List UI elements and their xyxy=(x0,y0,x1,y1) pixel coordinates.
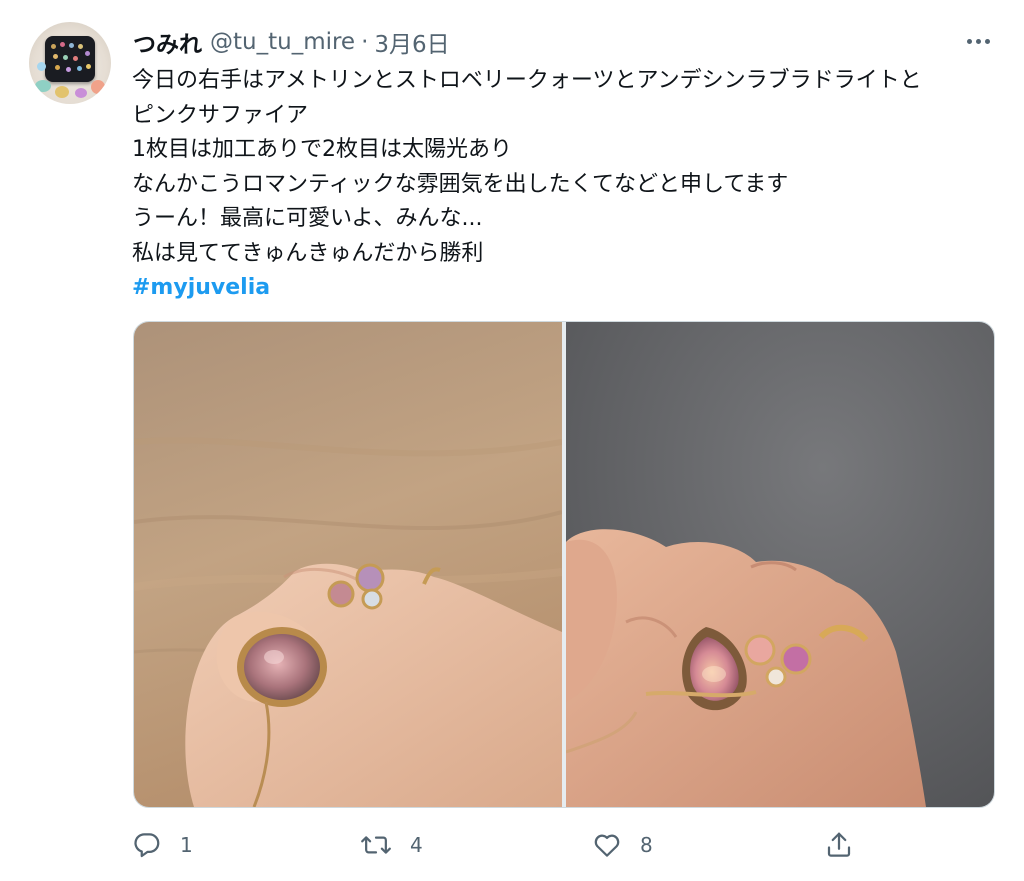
display-name[interactable]: つみれ xyxy=(133,25,202,59)
heart-icon xyxy=(594,834,620,857)
user-handle[interactable]: @tu_tu_mire xyxy=(210,29,355,55)
photo-2[interactable] xyxy=(566,322,994,807)
tweet-text-line: ピンクサファイア xyxy=(132,102,309,128)
reply-icon xyxy=(134,833,160,858)
more-icon-dot xyxy=(975,38,981,44)
more-icon-dot xyxy=(984,38,990,44)
avatar-jewelry-tray xyxy=(45,36,95,82)
separator-dot: · xyxy=(361,29,369,55)
media-grid xyxy=(133,321,995,808)
more-icon xyxy=(966,38,972,44)
retweet-count: 4 xyxy=(410,833,423,857)
tweet-text-line: 1枚目は加工ありで2枚目は太陽光あり xyxy=(132,137,512,162)
like-count: 8 xyxy=(640,833,653,857)
retweet-button[interactable]: 4 xyxy=(360,820,423,870)
tweet-text-line: なんかこうロマンティックな雰囲気を出したくてなどと申してます xyxy=(132,171,789,197)
tweet-text-line: 今日の右手はアメトリンとストロベリークォーツとアンデシンラブラドライトと xyxy=(132,68,922,93)
more-options-button[interactable] xyxy=(958,26,998,56)
tweet[interactable]: つみれ @tu_tu_mire · 3月6日 今日の右手はアメトリンとストロベリ… xyxy=(0,0,1024,881)
share-icon xyxy=(827,832,851,857)
tweet-text-line: 私は見ててきゅんきゅんだから勝利 xyxy=(132,240,484,266)
reply-button[interactable]: 1 xyxy=(132,820,193,870)
like-button[interactable]: 8 xyxy=(592,820,653,870)
photo-1[interactable] xyxy=(134,322,562,807)
tweet-header: つみれ @tu_tu_mire · 3月6日 xyxy=(133,26,450,58)
tweet-text-line: うーん！最高に可愛いよ、みんな... xyxy=(132,206,483,231)
share-button[interactable] xyxy=(824,820,854,870)
retweet-icon xyxy=(361,836,391,854)
hashtag-link[interactable]: #myjuvelia xyxy=(132,275,270,300)
avatar[interactable] xyxy=(29,22,111,104)
tweet-date[interactable]: 3月6日 xyxy=(374,25,449,59)
reply-count: 1 xyxy=(180,833,193,857)
tweet-actions: 1 4 8 xyxy=(0,820,1024,870)
tweet-text: 今日の右手はアメトリンとストロベリークォーツとアンデシンラブラドライトと ピンク… xyxy=(132,64,1002,306)
